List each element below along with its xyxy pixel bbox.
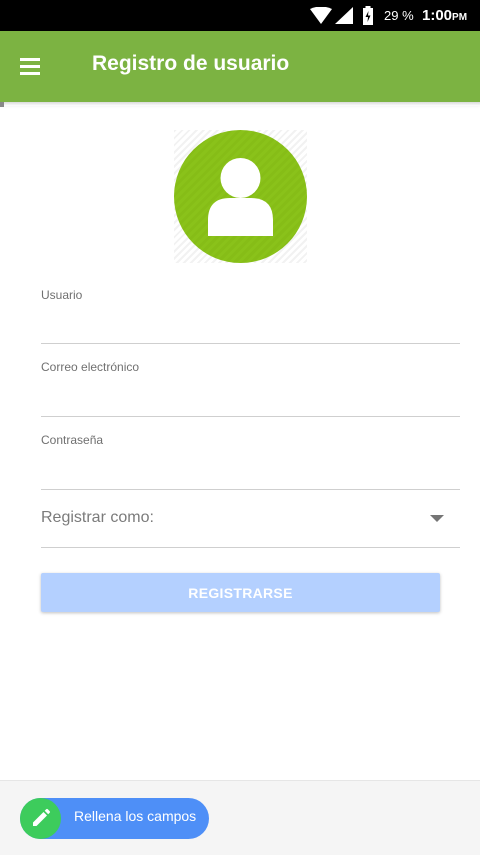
role-select[interactable]: Registrar como: [41, 500, 460, 548]
toast[interactable]: Rellena los campos [20, 798, 209, 839]
username-label: Usuario [41, 288, 83, 302]
signal-icon [335, 7, 353, 24]
email-underline [41, 416, 460, 417]
battery-percent: 29 % [384, 8, 414, 23]
app-bar: Registro de usuario [0, 31, 480, 102]
pencil-icon [33, 808, 51, 826]
username-field: Usuario [41, 288, 464, 344]
battery-icon [363, 6, 373, 25]
username-underline [41, 343, 460, 344]
avatar[interactable] [174, 130, 307, 263]
wifi-icon [310, 7, 332, 24]
status-bar: 29 % 1:00PM [0, 0, 480, 31]
clock-time: 1:00 [422, 7, 453, 24]
toast-icon-circle [20, 798, 61, 839]
role-select-label: Registrar como: [41, 509, 154, 526]
app-bar-shadow [0, 102, 480, 106]
page-title: Registro de usuario [92, 52, 290, 75]
scroll-indicator [0, 102, 4, 107]
clock: 1:00PM [422, 7, 467, 24]
role-select-underline [41, 547, 460, 548]
clock-ampm: PM [452, 12, 468, 23]
password-field: Contraseña [41, 433, 464, 490]
menu-icon[interactable] [20, 53, 50, 81]
toast-message: Rellena los campos [74, 808, 197, 824]
chevron-down-icon [430, 515, 444, 522]
email-field: Correo electrónico [41, 360, 464, 417]
password-label: Contraseña [41, 433, 104, 447]
email-label: Correo electrónico [41, 360, 140, 374]
password-input[interactable] [41, 455, 464, 485]
register-button[interactable]: REGISTRARSE [41, 573, 440, 612]
password-underline [41, 489, 460, 490]
email-input[interactable] [41, 382, 464, 412]
user-avatar-icon [208, 158, 273, 236]
username-input[interactable] [41, 310, 464, 340]
